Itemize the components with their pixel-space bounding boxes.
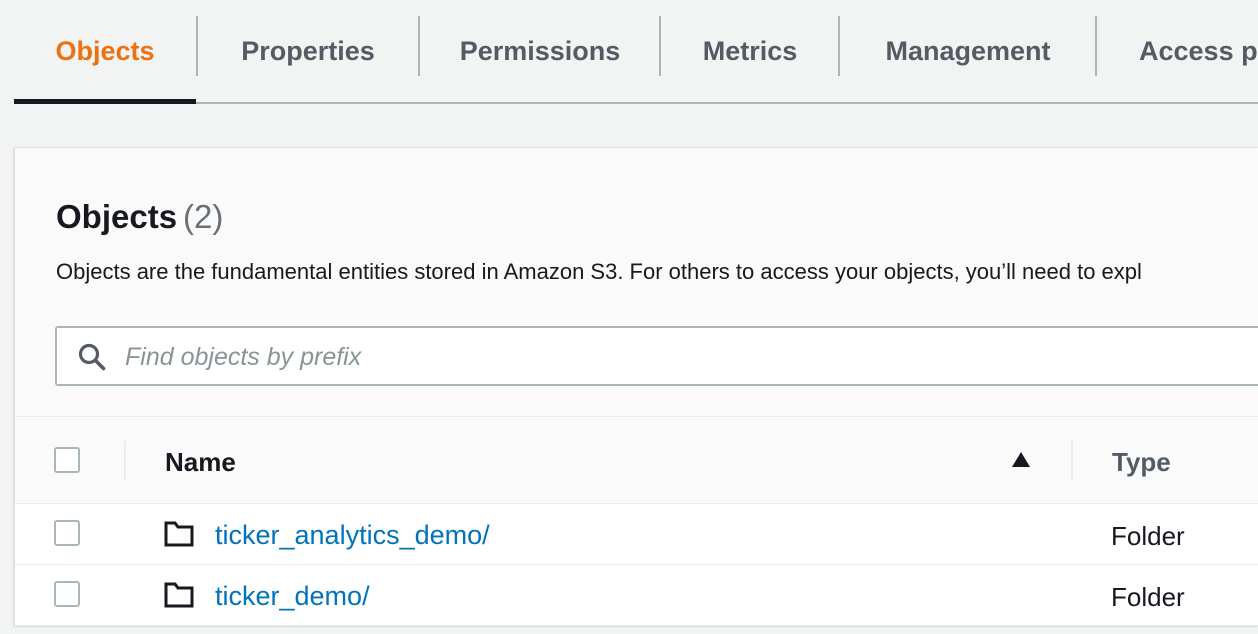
row-checkbox[interactable] [54,520,80,546]
column-header-name[interactable]: Name [165,447,236,478]
page-title: Objects (2) [56,198,223,236]
panel-description: Objects are the fundamental entities sto… [56,259,1142,284]
search-box[interactable] [55,326,1258,386]
row-checkbox[interactable] [54,581,80,607]
row-type: Folder [1111,582,1185,612]
select-all-checkbox[interactable] [54,447,80,473]
panel-title-text: Objects [56,198,178,235]
search-icon [78,343,106,371]
object-count: (2) [183,198,224,235]
table-header: Name Type [15,416,1258,504]
tab-access-points[interactable]: Access po [1139,0,1258,102]
column-divider [124,441,126,481]
tab-permissions[interactable]: Permissions [420,0,660,102]
tab-objects[interactable]: Objects [14,0,196,104]
sort-ascending-icon[interactable] [1011,451,1031,469]
table-row: ticker_demo/ Folder [15,565,1258,626]
folder-link[interactable]: ticker_analytics_demo/ [215,520,490,551]
tab-metrics[interactable]: Metrics [661,0,839,102]
search-input[interactable] [123,336,1227,378]
tab-management[interactable]: Management [840,0,1096,102]
folder-icon [164,582,194,608]
table-row: ticker_analytics_demo/ Folder [15,504,1258,565]
tab-properties[interactable]: Properties [198,0,418,102]
tab-divider [1095,16,1097,76]
folder-link[interactable]: ticker_demo/ [215,581,370,612]
objects-panel: Objects (2) Objects are the fundamental e… [14,147,1258,626]
objects-panel-header: Objects (2) Objects are the fundamental e… [15,148,1258,416]
tab-bar: Objects Properties Permissions Metrics M… [14,0,1258,104]
row-type: Folder [1111,521,1185,551]
column-divider [1071,441,1073,481]
folder-icon [164,521,194,547]
column-header-type: Type [1112,447,1171,477]
